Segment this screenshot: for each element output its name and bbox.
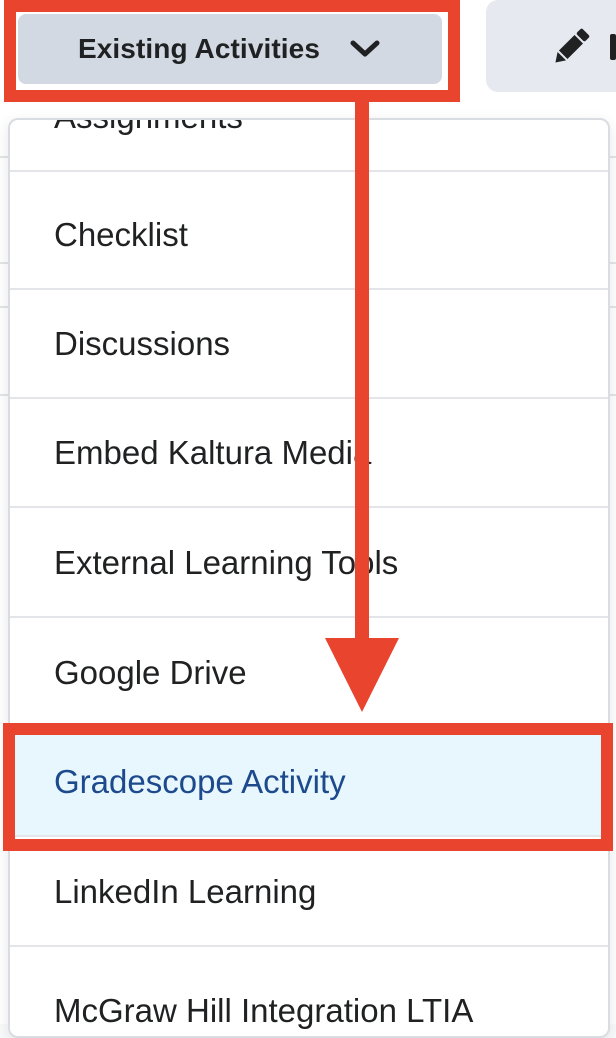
menu-item-assignments[interactable]: Assignments [10,120,608,172]
menu-item-external-learning-tools[interactable]: External Learning Tools [10,510,608,618]
menu-item-linkedin-learning[interactable]: LinkedIn Learning [10,839,608,947]
menu-item-label: LinkedIn Learning [54,873,317,910]
menu-item-discussions[interactable]: Discussions [10,291,608,399]
pencil-icon [548,24,594,70]
menu-item-label: External Learning Tools [54,544,399,581]
menu-item-checklist[interactable]: Checklist [10,182,608,290]
menu-item-embed-kaltura-media[interactable]: Embed Kaltura Media [10,400,608,508]
menu-item-label: McGraw Hill Integration LTIA [54,992,474,1029]
menu-item-label: Assignments [54,120,243,136]
new-activity-label-fragment [610,34,616,60]
menu-item-google-drive[interactable]: Google Drive [10,620,608,728]
menu-item-label: Checklist [54,216,188,253]
existing-activities-label: Existing Activities [77,33,321,64]
menu-item-mcgraw-hill[interactable]: McGraw Hill Integration LTIA [10,948,608,1036]
chevron-down-icon [348,38,382,60]
menu-item-label: Google Drive [54,654,247,691]
menu-item-label: Discussions [54,325,231,362]
new-activity-button[interactable] [486,0,616,92]
menu-item-gradescope-activity[interactable]: Gradescope Activity [10,729,608,837]
existing-activities-button[interactable]: Existing Activities [18,14,442,84]
menu-item-label: Gradescope Activity [54,763,346,800]
existing-activities-menu: Assignments Checklist Discussions Embed … [8,118,610,1038]
menu-item-label: Embed Kaltura Media [54,434,372,471]
